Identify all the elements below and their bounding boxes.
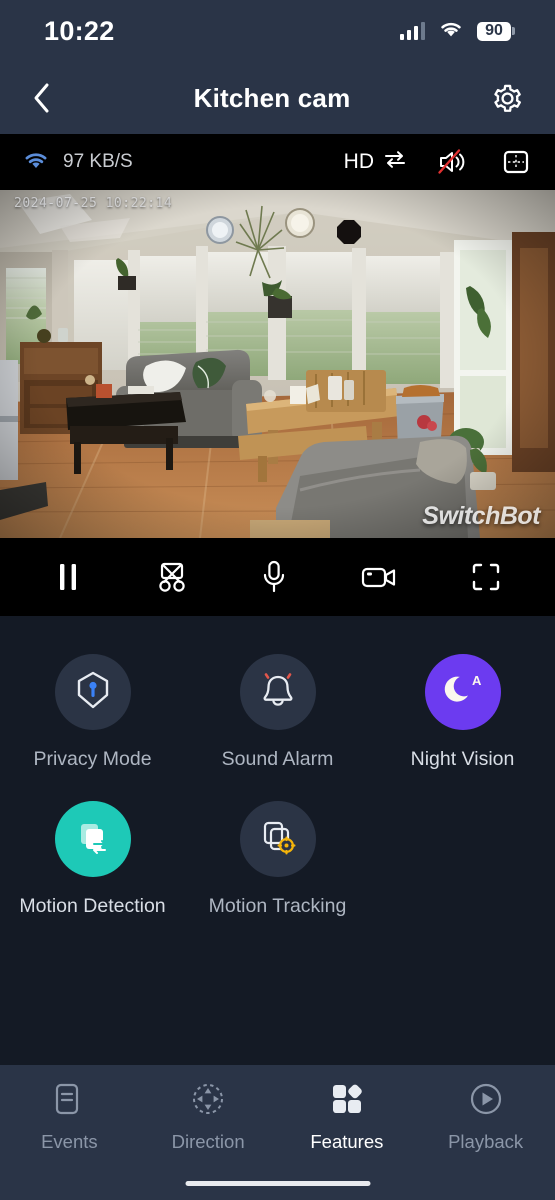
wifi-signal-icon (22, 149, 50, 175)
network-speed-label: 97 KB/S (63, 151, 133, 172)
feature-sound-alarm-circle (239, 654, 316, 730)
features-row-1: Privacy Mode Sound Alarm A Night Vision (0, 654, 555, 771)
nav-item-playback[interactable]: Playback (416, 1081, 555, 1153)
video-options: HD (344, 147, 531, 177)
motion-tracking-icon (257, 816, 299, 863)
camera-app-screen: 10:22 90 Kitchen cam 97 KB/S HD 2024-07-… (0, 0, 555, 1200)
feature-privacy-mode-circle (54, 654, 131, 730)
feature-motion-tracking-circle (239, 801, 316, 877)
app-header: Kitchen cam (0, 62, 555, 134)
features-panel: Privacy Mode Sound Alarm A Night Vision … (0, 616, 555, 918)
battery-icon: 90 (477, 21, 515, 41)
nav-item-features[interactable]: Features (278, 1081, 417, 1153)
svg-text:A: A (472, 673, 482, 688)
status-bar-indicators: 90 (399, 19, 515, 43)
alarm-bell-icon (256, 668, 300, 717)
nav-item-features-label: Features (310, 1131, 384, 1152)
video-scene (0, 190, 555, 538)
feature-night-vision-circle: A (424, 654, 501, 730)
moon-auto-icon: A (441, 669, 485, 716)
nav-item-events-label: Events (41, 1131, 98, 1152)
nav-item-playback-label: Playback (448, 1131, 524, 1152)
playback-control-bar (0, 538, 555, 616)
record-button[interactable] (359, 562, 399, 592)
back-button[interactable] (30, 81, 52, 115)
feature-sound-alarm-label: Sound Alarm (221, 748, 334, 770)
play-circle-icon (468, 1081, 504, 1122)
home-indicator (185, 1181, 370, 1186)
video-watermark: SwitchBot (422, 502, 540, 530)
motion-detection-icon (72, 816, 114, 863)
fullscreen-button[interactable] (470, 561, 502, 593)
speaker-muted-icon[interactable] (437, 147, 471, 177)
video-quality-label: HD (343, 150, 374, 173)
microphone-button[interactable] (260, 559, 288, 595)
feature-motion-detection[interactable]: Motion Detection (0, 801, 185, 918)
swap-arrows-icon (383, 149, 407, 175)
status-bar: 10:22 90 (0, 0, 555, 62)
feature-motion-tracking[interactable]: Motion Tracking (185, 801, 370, 918)
wifi-icon (438, 19, 464, 43)
grid-squares-icon (329, 1081, 365, 1122)
feature-motion-detection-circle (54, 801, 131, 877)
shield-key-icon (72, 668, 114, 717)
bottom-navigation: Events Direction Features Playback (0, 1065, 555, 1200)
nav-item-direction-label: Direction (171, 1131, 245, 1152)
dpad-icon (190, 1081, 226, 1122)
nav-item-events[interactable]: Events (0, 1081, 139, 1153)
features-row-2: Motion Detection Motion Tracking (0, 801, 555, 918)
snapshot-button[interactable] (154, 560, 190, 594)
video-quality-toggle[interactable]: HD (344, 149, 407, 175)
feature-privacy-mode[interactable]: Privacy Mode (0, 654, 185, 771)
battery-level: 90 (477, 21, 511, 41)
feature-slot-empty (370, 801, 555, 918)
feature-night-vision-label: Night Vision (410, 748, 515, 770)
status-bar-time: 10:22 (44, 15, 115, 46)
video-timestamp: 2024-07-25 10:22:14 (14, 196, 173, 211)
split-view-icon[interactable] (501, 147, 531, 177)
feature-motion-detection-label: Motion Detection (19, 895, 166, 917)
feature-sound-alarm[interactable]: Sound Alarm (185, 654, 370, 771)
pause-button[interactable] (53, 560, 83, 594)
feature-privacy-mode-label: Privacy Mode (33, 748, 152, 770)
gear-icon[interactable] (492, 83, 523, 114)
feature-motion-tracking-label: Motion Tracking (208, 895, 347, 917)
camera-live-view[interactable]: 2024-07-25 10:22:14 SwitchBot (0, 190, 555, 538)
cellular-bars-icon (399, 22, 425, 40)
page-title: Kitchen cam (193, 82, 351, 113)
document-icon (52, 1081, 86, 1122)
network-status: 97 KB/S (22, 149, 133, 175)
feature-night-vision[interactable]: A Night Vision (370, 654, 555, 771)
nav-item-direction[interactable]: Direction (139, 1081, 278, 1153)
video-info-bar: 97 KB/S HD (0, 134, 555, 190)
